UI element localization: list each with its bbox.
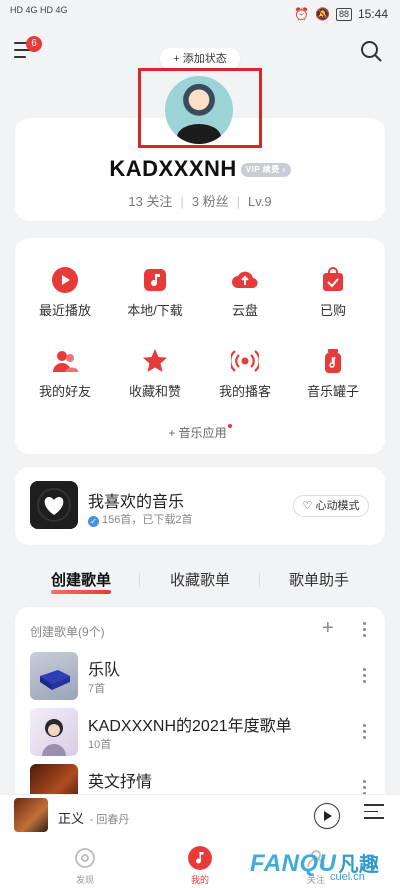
heart-mode-button[interactable]: ♡ 心动模式 (293, 495, 369, 517)
new-dot-icon (227, 424, 232, 428)
grid-item-label: 收藏和赞 (128, 384, 181, 399)
menu-button[interactable]: 6 (14, 36, 42, 62)
local-download-icon (144, 269, 166, 291)
grid-item-label: 我的播客 (218, 384, 271, 399)
grid-item-friends[interactable]: 我的好友 (19, 347, 111, 400)
grid-item-local-download[interactable]: 本地/下载 (109, 266, 201, 319)
playlist-count: 7首 (88, 683, 106, 695)
battery-indicator: 88 (335, 7, 352, 21)
track-title: 正义 (58, 811, 85, 826)
favorites-star-icon (143, 349, 167, 372)
following-count[interactable]: 13 关注 (128, 194, 172, 209)
purchased-icon (323, 267, 343, 291)
grid-item-label: 音乐罐子 (306, 384, 359, 399)
playlist-count: 10首 (88, 739, 112, 751)
grid-item-label: 本地/下载 (127, 303, 183, 318)
grid-item-label: 我的好友 (38, 384, 91, 399)
nav-mine[interactable]: 我的 (170, 846, 230, 886)
playlist-queue-icon[interactable] (364, 804, 384, 824)
vip-badge[interactable]: VIP 续费 › (240, 163, 291, 178)
mini-player-cover[interactable] (14, 798, 48, 832)
level-label[interactable]: Lv.9 (248, 194, 272, 209)
more-icon[interactable] (363, 668, 367, 684)
music-note-icon (188, 846, 212, 870)
playlist-item[interactable]: KADXXXNH的2021年度歌单 10首 (30, 708, 370, 756)
nav-label: 发现 (75, 875, 94, 885)
fans-count[interactable]: 3 粉丝 (192, 194, 229, 209)
network-status: HD 4G HD 4G (10, 5, 68, 15)
tab-collected-playlists[interactable]: 收藏歌单 (170, 569, 230, 590)
grid-item-podcast[interactable]: 我的播客 (199, 347, 291, 400)
playlist-name: 乐队 (88, 662, 121, 679)
grid-item-cloud-drive[interactable]: 云盘 (199, 266, 291, 319)
grid-item-purchased[interactable]: 已购 (287, 266, 379, 319)
avatar-highlight-frame (138, 68, 262, 148)
liked-music-title: 我喜欢的音乐 (88, 494, 185, 511)
nav-label: 我的 (190, 875, 209, 885)
mute-icon: 🔕 (315, 7, 330, 21)
discover-icon (75, 848, 95, 868)
clock: 15:44 (357, 7, 388, 21)
watermark-domain: cuel.cn (330, 871, 365, 883)
playlist-item[interactable]: 乐队 7首 (30, 652, 370, 700)
more-icon[interactable] (363, 622, 367, 638)
grid-item-label: 最近播放 (38, 303, 91, 318)
liked-music-subtitle: ✓ 156首，已下载2首 (88, 511, 192, 527)
watermark-brand: FANQU (250, 850, 337, 877)
grid-item-label: 已购 (319, 303, 346, 318)
search-icon[interactable] (360, 40, 382, 62)
notification-badge: 6 (26, 36, 42, 52)
add-playlist-icon[interactable]: + (322, 618, 334, 638)
music-jar-icon (325, 349, 341, 373)
tab-playlist-assistant[interactable]: 歌单助手 (289, 569, 349, 590)
status-bar: HD 4G HD 4G ⏰ 🔕 88 15:44 (0, 0, 400, 28)
nav-discover[interactable]: 发现 (55, 846, 115, 886)
grid-item-label: 云盘 (231, 303, 258, 318)
play-icon[interactable] (314, 803, 340, 829)
recent-play-icon (52, 267, 78, 293)
add-music-app-button[interactable]: + 音乐应用 (0, 424, 400, 441)
playlist-tabs: 创建歌单 收藏歌单 歌单助手 (15, 569, 385, 594)
profile-stats: 13 关注 | 3 粉丝 | Lv.9 (128, 194, 272, 209)
friends-icon (53, 351, 78, 372)
grid-item-recent-play[interactable]: 最近播放 (19, 266, 111, 319)
grid-item-music-jar[interactable]: 音乐罐子 (287, 347, 379, 400)
alarm-icon: ⏰ (294, 7, 309, 21)
profile-name[interactable]: KADXXXNH (109, 156, 236, 181)
add-status-button[interactable]: + 添加状态 (160, 48, 240, 70)
profile-name-row: KADXXXNH VIP 续费 › (0, 156, 400, 182)
cloud-drive-icon (232, 271, 258, 289)
grid-item-favorites[interactable]: 收藏和赞 (109, 347, 201, 400)
mini-player-track[interactable]: 正义 - 回春丹 (58, 808, 129, 827)
track-artist: - 回春丹 (89, 814, 130, 826)
download-check-icon: ✓ (88, 516, 99, 527)
podcast-icon (231, 350, 259, 372)
playlist-section-header: 创建歌单(9个) (30, 625, 105, 639)
playlist-cover (30, 708, 78, 756)
playlist-cover (30, 652, 78, 700)
playlist-name: KADXXXNH的2021年度歌单 (88, 718, 292, 735)
liked-music-heart-icon (30, 481, 78, 529)
add-music-app-label: + 音乐应用 (168, 426, 227, 440)
tab-created-playlists[interactable]: 创建歌单 (51, 569, 112, 594)
liked-music-count: 156首，已下载2首 (102, 514, 193, 526)
more-icon[interactable] (363, 724, 367, 740)
playlist-name: 英文抒情 (88, 774, 153, 791)
